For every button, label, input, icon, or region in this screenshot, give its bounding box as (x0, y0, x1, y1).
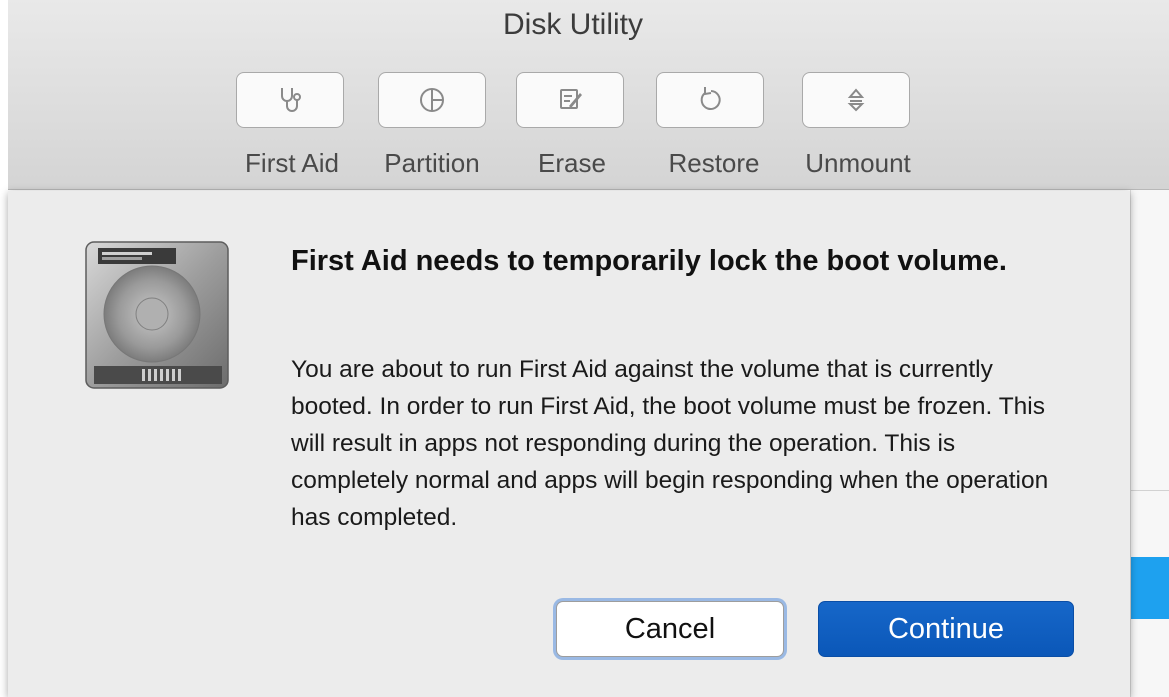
erase-button[interactable] (516, 72, 624, 128)
erase-label: Erase (538, 148, 606, 178)
stethoscope-icon (281, 88, 301, 112)
erase-icon (560, 89, 582, 109)
first-aid-label: First Aid (245, 148, 339, 178)
selected-row-highlight (1131, 557, 1169, 619)
restore-icon (700, 87, 721, 110)
sidebar-peek (1130, 190, 1169, 697)
toolbar-item-unmount[interactable]: Unmount (792, 72, 932, 182)
pie-chart-icon (420, 88, 444, 112)
unmount-label: Unmount (805, 148, 911, 178)
hard-drive-icon (85, 241, 229, 389)
disk-utility-window: Disk Utility First Aid Partition Erase R… (0, 0, 1169, 697)
divider (1131, 490, 1169, 491)
toolbar: Disk Utility First Aid Partition Erase R… (8, 0, 1169, 190)
toolbar-item-erase[interactable]: Erase (510, 72, 650, 182)
eject-icon (847, 88, 865, 112)
unmount-button[interactable] (802, 72, 910, 128)
partition-label: Partition (384, 148, 480, 178)
partition-button[interactable] (378, 72, 486, 128)
dialog-message: You are about to run First Aid against t… (291, 356, 1049, 531)
first-aid-button[interactable] (236, 72, 344, 128)
restore-button[interactable] (656, 72, 764, 128)
cancel-button[interactable]: Cancel (556, 601, 784, 657)
window-title: Disk Utility (503, 8, 643, 41)
continue-button[interactable]: Continue (818, 601, 1074, 657)
first-aid-dialog: First Aid needs to temporarily lock the … (8, 191, 1130, 697)
dialog-headline: First Aid needs to temporarily lock the … (291, 245, 1007, 277)
toolbar-item-restore[interactable]: Restore (650, 72, 790, 182)
restore-label: Restore (668, 148, 760, 178)
toolbar-item-partition[interactable]: Partition (370, 72, 510, 182)
toolbar-item-first-aid[interactable]: First Aid (230, 72, 370, 182)
